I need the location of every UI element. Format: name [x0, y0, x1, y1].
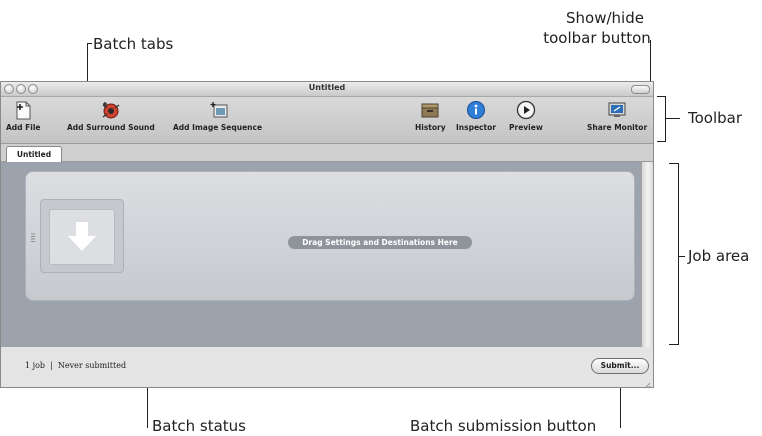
window-title: Untitled: [308, 83, 346, 92]
leader-line: [650, 40, 651, 85]
title-bar: Untitled: [1, 82, 653, 97]
submit-button[interactable]: Submit...: [591, 358, 649, 374]
toolbar-label: Inspector: [456, 123, 496, 132]
leader-line: [678, 163, 679, 345]
callout-show-hide-line2: toolbar button: [543, 29, 651, 47]
drag-handle-icon[interactable]: [30, 228, 36, 242]
toolbar-add-image-sequence[interactable]: Add Image Sequence: [173, 100, 262, 132]
callout-toolbar: Toolbar: [688, 109, 743, 127]
toolbar-add-file[interactable]: Add File: [6, 100, 41, 132]
toolbar-inspector[interactable]: Inspector: [456, 100, 496, 132]
callout-batch-submission: Batch submission button: [410, 417, 597, 435]
leader-line: [665, 96, 666, 142]
leader-line: [620, 382, 621, 428]
leader-line: [657, 96, 666, 97]
add-image-sequence-icon: [207, 100, 229, 120]
toolbar-add-surround-sound[interactable]: Add Surround Sound: [67, 100, 155, 132]
preview-icon: [515, 100, 537, 120]
leader-line: [657, 141, 666, 142]
leader-line: [669, 163, 679, 164]
callout-batch-tabs: Batch tabs: [93, 35, 174, 53]
job-item[interactable]: Drag Settings and Destinations Here: [25, 171, 635, 301]
leader-line: [669, 344, 679, 345]
batch-status-text: 1 job | Never submitted: [25, 361, 127, 370]
toolbar-label: History: [415, 123, 446, 132]
share-monitor-icon: [606, 100, 628, 120]
toolbar-share-monitor[interactable]: Share Monitor: [587, 100, 647, 132]
down-arrow-icon: [68, 222, 96, 251]
callout-job-area: Job area: [688, 247, 750, 265]
job-area-scrollbar[interactable]: [641, 162, 653, 347]
add-surround-sound-icon: [100, 100, 122, 120]
toolbar-label: Add Surround Sound: [67, 123, 155, 132]
add-file-icon: [12, 100, 34, 120]
callout-batch-status: Batch status: [152, 417, 246, 435]
toolbar-label: Share Monitor: [587, 123, 648, 132]
toolbar-label: Add File: [6, 123, 41, 132]
leader-line: [679, 256, 685, 257]
drop-settings-hint: Drag Settings and Destinations Here: [288, 236, 472, 249]
status-bar: 1 job | Never submitted Submit...: [1, 348, 653, 387]
history-icon: [419, 100, 441, 120]
batch-tab-bar: Untitled: [1, 144, 653, 162]
batch-tab-untitled[interactable]: Untitled: [6, 146, 62, 162]
inspector-icon: [465, 100, 487, 120]
drop-target: [49, 209, 115, 265]
toolbar-preview[interactable]: Preview: [509, 100, 543, 132]
toolbar-history[interactable]: History: [415, 100, 446, 132]
toolbar-label: Preview: [509, 123, 543, 132]
source-media-well[interactable]: [40, 199, 124, 273]
toolbar: Add File Add Surround Sound Add Image Se…: [1, 97, 653, 144]
show-hide-toolbar-button[interactable]: [631, 85, 650, 94]
callout-show-hide-line1: Show/hide: [566, 9, 644, 27]
toolbar-label: Add Image Sequence: [173, 123, 263, 132]
leader-line: [666, 118, 680, 119]
app-window: Untitled Add File Add Surround Sound Add…: [0, 81, 654, 388]
leader-line: [87, 43, 92, 44]
resize-grip-icon[interactable]: [642, 376, 651, 387]
